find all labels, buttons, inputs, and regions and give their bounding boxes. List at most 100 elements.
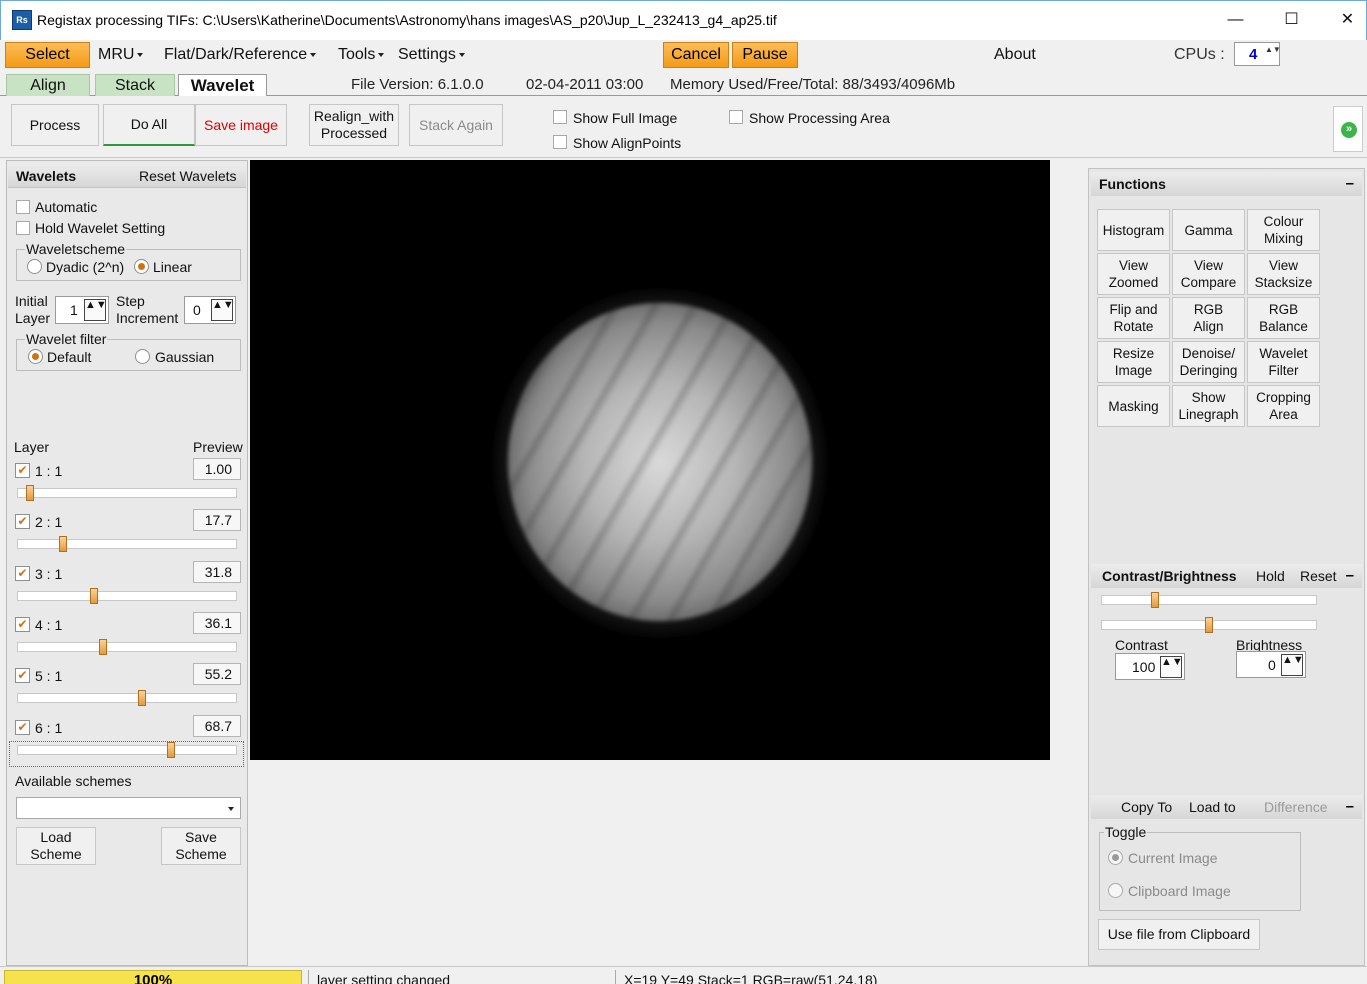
layer-slider[interactable]	[17, 488, 237, 498]
contrast-spinner[interactable]: 100 ▲▼	[1115, 653, 1185, 680]
spin-arrows-icon[interactable]: ▲▼	[84, 299, 107, 321]
show-full-image-checkbox[interactable]	[553, 110, 567, 124]
layer-preview-value[interactable]: 36.1	[193, 612, 241, 634]
layer-slider[interactable]	[17, 642, 237, 652]
show-processing-area-checkbox[interactable]	[729, 110, 743, 124]
do-all-button[interactable]: Do All	[103, 104, 195, 146]
tools-menu[interactable]: Tools	[338, 46, 385, 64]
load-to-button[interactable]: Load to	[1189, 799, 1236, 815]
layer-slider[interactable]	[17, 591, 237, 601]
function-button-histogram[interactable]: Histogram	[1097, 209, 1170, 251]
automatic-checkbox[interactable]	[16, 200, 30, 214]
layer-enable-checkbox[interactable]	[15, 514, 30, 529]
stack-again-button[interactable]: Stack Again	[409, 104, 503, 146]
layer-slider-thumb[interactable]	[26, 485, 34, 501]
reset-wavelets-button[interactable]: Reset Wavelets	[139, 168, 237, 184]
copy-to-button[interactable]: Copy To	[1121, 799, 1172, 815]
reset-button[interactable]: Reset	[1300, 568, 1337, 584]
function-button-rgb-align[interactable]: RGB Align	[1172, 297, 1245, 339]
layer-preview-value[interactable]: 68.7	[193, 715, 241, 737]
use-file-from-clipboard-button[interactable]: Use file from Clipboard	[1098, 919, 1260, 950]
functions-title: Functions	[1099, 176, 1166, 192]
image-preview[interactable]	[250, 160, 1050, 760]
save-scheme-button[interactable]: Save Scheme	[161, 827, 241, 865]
close-button[interactable]: ✕	[1319, 1, 1367, 39]
spin-arrows-icon[interactable]: ▲▼	[211, 299, 234, 321]
step-increment-spinner[interactable]: 0 ▲▼	[184, 296, 236, 324]
layer-preview-value[interactable]: 17.7	[193, 509, 241, 531]
contrast-slider-thumb[interactable]	[1151, 592, 1159, 608]
spin-arrows-icon[interactable]: ▲▼	[1281, 654, 1304, 676]
select-button[interactable]: Select	[5, 42, 90, 68]
function-button-view-zoomed[interactable]: View Zoomed	[1097, 253, 1170, 295]
pause-button[interactable]: Pause	[732, 42, 798, 68]
maximize-button[interactable]: ☐	[1263, 1, 1320, 39]
contrast-slider[interactable]	[1101, 595, 1317, 605]
function-button-masking[interactable]: Masking	[1097, 385, 1170, 427]
layer-slider-thumb[interactable]	[138, 690, 146, 706]
layer-slider[interactable]	[17, 693, 237, 703]
flat-dark-reference-menu[interactable]: Flat/Dark/Reference	[164, 46, 317, 64]
layer-enable-checkbox[interactable]	[15, 566, 30, 581]
layer-label: 1 : 1	[35, 463, 63, 479]
layer-enable-checkbox[interactable]	[15, 617, 30, 632]
cpus-spinner[interactable]: 4 ▲▼	[1234, 42, 1281, 66]
layer-enable-checkbox[interactable]	[15, 720, 30, 735]
linear-radio[interactable]	[134, 259, 149, 274]
realign-with-processed-button[interactable]: Realign_with Processed	[309, 104, 399, 146]
layer-preview-value[interactable]: 1.00	[193, 458, 241, 480]
cancel-button[interactable]: Cancel	[663, 42, 729, 68]
function-button-flip-and-rotate[interactable]: Flip and Rotate	[1097, 297, 1170, 339]
tab-wavelet[interactable]: Wavelet	[178, 74, 267, 96]
layer-preview-value[interactable]: 31.8	[193, 561, 241, 583]
function-button-gamma[interactable]: Gamma	[1172, 209, 1245, 251]
dyadic-radio[interactable]	[27, 259, 42, 274]
gaussian-filter-radio[interactable]	[135, 349, 150, 364]
clipboard-image-radio[interactable]	[1108, 883, 1123, 898]
show-full-image-label: Show Full Image	[573, 110, 678, 126]
default-filter-radio[interactable]	[28, 349, 43, 364]
function-button-denoise-deringing[interactable]: Denoise/ Deringing	[1172, 341, 1245, 383]
hold-button[interactable]: Hold	[1256, 568, 1285, 584]
layer-slider-thumb[interactable]	[99, 639, 107, 655]
function-button-cropping-area[interactable]: Cropping Area	[1247, 385, 1320, 427]
function-button-resize-image[interactable]: Resize Image	[1097, 341, 1170, 383]
layer-enable-checkbox[interactable]	[15, 668, 30, 683]
mru-menu[interactable]: MRU	[98, 46, 144, 64]
scheme-dropdown[interactable]	[16, 797, 241, 819]
brightness-slider-thumb[interactable]	[1205, 617, 1213, 633]
hold-wavelet-checkbox[interactable]	[16, 221, 30, 235]
function-button-colour-mixing[interactable]: Colour Mixing	[1247, 209, 1320, 251]
collapse-copy-button[interactable]: –	[1346, 798, 1354, 815]
status-message: layer setting changed	[308, 970, 614, 984]
function-button-view-compare[interactable]: View Compare	[1172, 253, 1245, 295]
minimize-button[interactable]: —	[1207, 1, 1264, 39]
layer-slider[interactable]	[17, 539, 237, 549]
function-button-rgb-balance[interactable]: RGB Balance	[1247, 297, 1320, 339]
settings-menu[interactable]: Settings	[398, 46, 465, 64]
current-image-radio[interactable]	[1108, 850, 1123, 865]
about-menu[interactable]: About	[994, 46, 1036, 64]
function-button-show-linegraph[interactable]: Show Linegraph	[1172, 385, 1245, 427]
expand-panel-button[interactable]: »	[1333, 106, 1363, 152]
tab-align[interactable]: Align	[6, 74, 90, 96]
initial-layer-spinner[interactable]: 1 ▲▼	[55, 296, 109, 324]
process-button[interactable]: Process	[11, 104, 99, 146]
copy-load-header: Copy To Load to Difference –	[1091, 795, 1362, 819]
spin-arrows-icon[interactable]: ▲▼	[1160, 656, 1183, 678]
layer-enable-checkbox[interactable]	[15, 463, 30, 478]
layer-slider-thumb[interactable]	[90, 588, 98, 604]
load-scheme-button[interactable]: Load Scheme	[16, 827, 96, 865]
brightness-spinner[interactable]: 0 ▲▼	[1236, 651, 1306, 678]
save-image-button[interactable]: Save image	[195, 104, 287, 146]
tab-stack[interactable]: Stack	[95, 74, 175, 96]
function-button-view-stacksize[interactable]: View Stacksize	[1247, 253, 1320, 295]
show-alignpoints-checkbox[interactable]	[553, 135, 567, 149]
function-button-wavelet-filter[interactable]: Wavelet Filter	[1247, 341, 1320, 383]
spin-arrows-icon[interactable]: ▲▼	[1265, 45, 1281, 63]
difference-button[interactable]: Difference	[1264, 799, 1328, 815]
layer-preview-value[interactable]: 55.2	[193, 663, 241, 685]
collapse-contrast-button[interactable]: –	[1346, 567, 1354, 584]
collapse-functions-button[interactable]: –	[1346, 175, 1354, 192]
layer-slider-thumb[interactable]	[59, 536, 67, 552]
